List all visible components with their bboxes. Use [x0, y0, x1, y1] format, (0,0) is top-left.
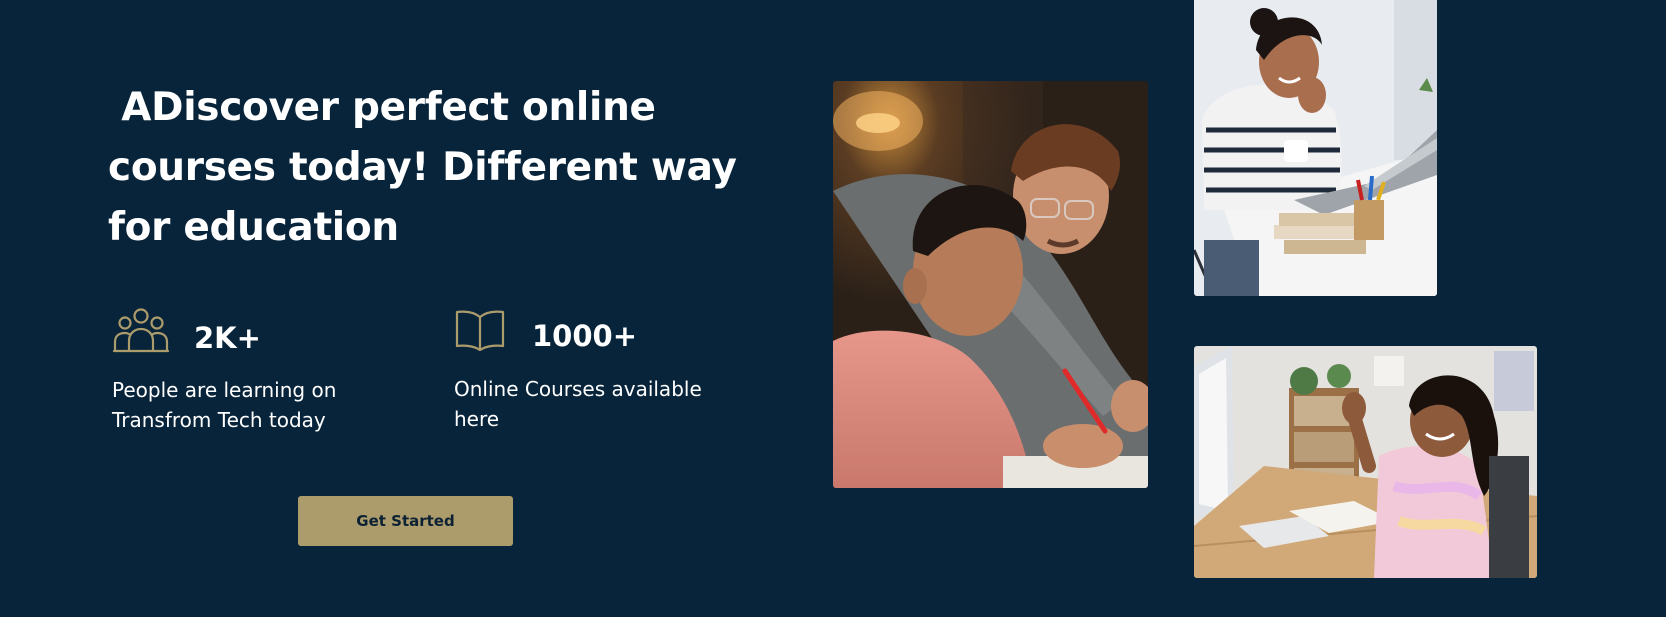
- father-son-studying-photo: [833, 81, 1148, 488]
- stat-learners: 2K+ People are learning on Transfrom Tec…: [112, 308, 432, 438]
- people-group-icon: [112, 308, 170, 358]
- open-book-icon: [454, 308, 506, 356]
- stat-description: Online Courses available here: [454, 377, 702, 431]
- stat-description: People are learning on Transfrom Tech to…: [112, 378, 337, 432]
- stat-value: 2K+: [194, 321, 261, 355]
- woman-with-laptop-photo: [1194, 0, 1437, 296]
- get-started-button[interactable]: Get Started: [298, 496, 513, 546]
- girl-waving-at-computer-photo: [1194, 346, 1537, 578]
- hero-title: ADiscover perfect online courses today! …: [108, 85, 750, 250]
- stat-courses: 1000+ Online Courses available here: [454, 308, 774, 438]
- stat-value: 1000+: [532, 319, 638, 353]
